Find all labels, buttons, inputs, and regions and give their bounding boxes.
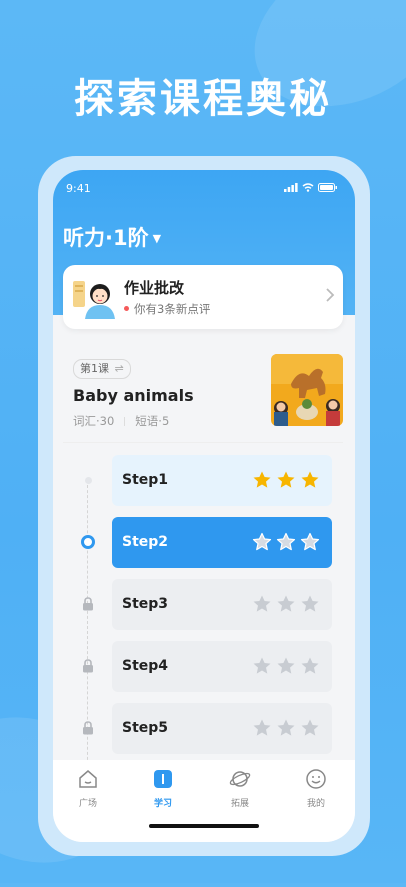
phrase-count: 短语·5 — [135, 414, 170, 428]
lesson-meta: 词汇·30 短语·5 — [73, 413, 169, 429]
step-stars — [252, 594, 320, 614]
level-selector[interactable]: 听力·1阶 ▼ — [63, 222, 161, 252]
caret-down-icon: ▼ — [152, 232, 162, 245]
tab-extend[interactable]: 拓展 — [212, 768, 268, 809]
status-time: 9:41 — [66, 182, 91, 195]
tab-plaza[interactable]: 广场 — [60, 768, 116, 809]
lock-icon — [81, 721, 95, 735]
lesson-illustration — [271, 354, 343, 426]
homework-subtitle: 你有3条新点评 — [134, 302, 211, 316]
vocab-count: 词汇·30 — [73, 414, 115, 428]
battery-icon — [318, 183, 337, 192]
step-stars — [252, 718, 320, 738]
divider — [63, 442, 343, 443]
tab-label: 学习 — [153, 799, 172, 809]
status-bar: 9:41 — [66, 182, 344, 196]
step-label: Step4 — [122, 658, 169, 674]
step-label: Step3 — [122, 596, 169, 612]
planet-icon — [229, 771, 251, 787]
home-icon — [79, 770, 97, 788]
step-row-1[interactable]: Step1 — [112, 455, 332, 506]
star-icon — [301, 595, 319, 612]
level-label: 听力·1阶 — [63, 226, 149, 250]
step-label: Step5 — [122, 720, 169, 736]
bottom-tab-bar: 广场 学习 拓展 我的 — [53, 760, 355, 842]
tab-study[interactable]: 学习 — [135, 768, 191, 809]
step-stars — [252, 470, 320, 490]
current-step-marker — [81, 535, 95, 549]
signal-icon — [284, 183, 298, 192]
star-icon — [253, 657, 271, 674]
unread-dot — [124, 306, 129, 311]
lock-icon — [81, 659, 95, 673]
lesson-title: Baby animals — [73, 386, 194, 405]
star-icon — [253, 595, 271, 612]
star-icon — [301, 657, 319, 674]
star-icon — [277, 657, 295, 674]
app-screen: 9:41 听力·1阶 ▼ 作业批改 你有3条新点评 第1课 ⇌ Baby ani… — [53, 170, 355, 842]
star-icon — [276, 532, 296, 551]
tab-label: 我的 — [306, 799, 325, 809]
lesson-number: 第1课 — [80, 362, 109, 375]
lesson-switch-button[interactable]: 第1课 ⇌ — [73, 359, 131, 379]
tab-label: 广场 — [78, 799, 97, 809]
star-icon — [253, 719, 271, 736]
timeline-line — [87, 480, 88, 780]
swap-icon: ⇌ — [114, 362, 124, 375]
star-icon — [301, 471, 319, 488]
teacher-avatar-icon — [73, 281, 115, 319]
star-icon — [277, 595, 295, 612]
tab-label: 拓展 — [230, 799, 249, 809]
lock-icon — [81, 597, 95, 611]
star-icon — [252, 532, 272, 551]
star-icon — [301, 719, 319, 736]
star-icon — [253, 471, 271, 488]
chevron-right-icon — [326, 288, 335, 302]
step-row-2[interactable]: Step2 — [112, 517, 332, 568]
step-row-3: Step3 — [112, 579, 332, 630]
step-label: Step2 — [122, 534, 169, 550]
step-stars — [252, 532, 320, 552]
tab-mine[interactable]: 我的 — [288, 768, 344, 809]
wifi-icon — [302, 183, 314, 192]
homework-card[interactable]: 作业批改 你有3条新点评 — [63, 265, 343, 329]
lesson-card[interactable]: 第1课 ⇌ Baby animals 词汇·30 短语·5 — [63, 347, 343, 443]
step-row-5: Step5 — [112, 703, 332, 754]
timeline-dot — [81, 473, 95, 487]
home-indicator — [149, 824, 259, 828]
star-icon — [277, 471, 295, 488]
star-icon — [277, 719, 295, 736]
step-row-4: Step4 — [112, 641, 332, 692]
homework-title: 作业批改 — [124, 279, 185, 297]
step-label: Step1 — [122, 472, 169, 488]
step-stars — [252, 656, 320, 676]
promo-headline: 探索课程奥秘 — [74, 76, 332, 122]
book-icon — [154, 770, 172, 788]
star-icon — [300, 532, 320, 551]
smile-icon — [306, 769, 326, 789]
